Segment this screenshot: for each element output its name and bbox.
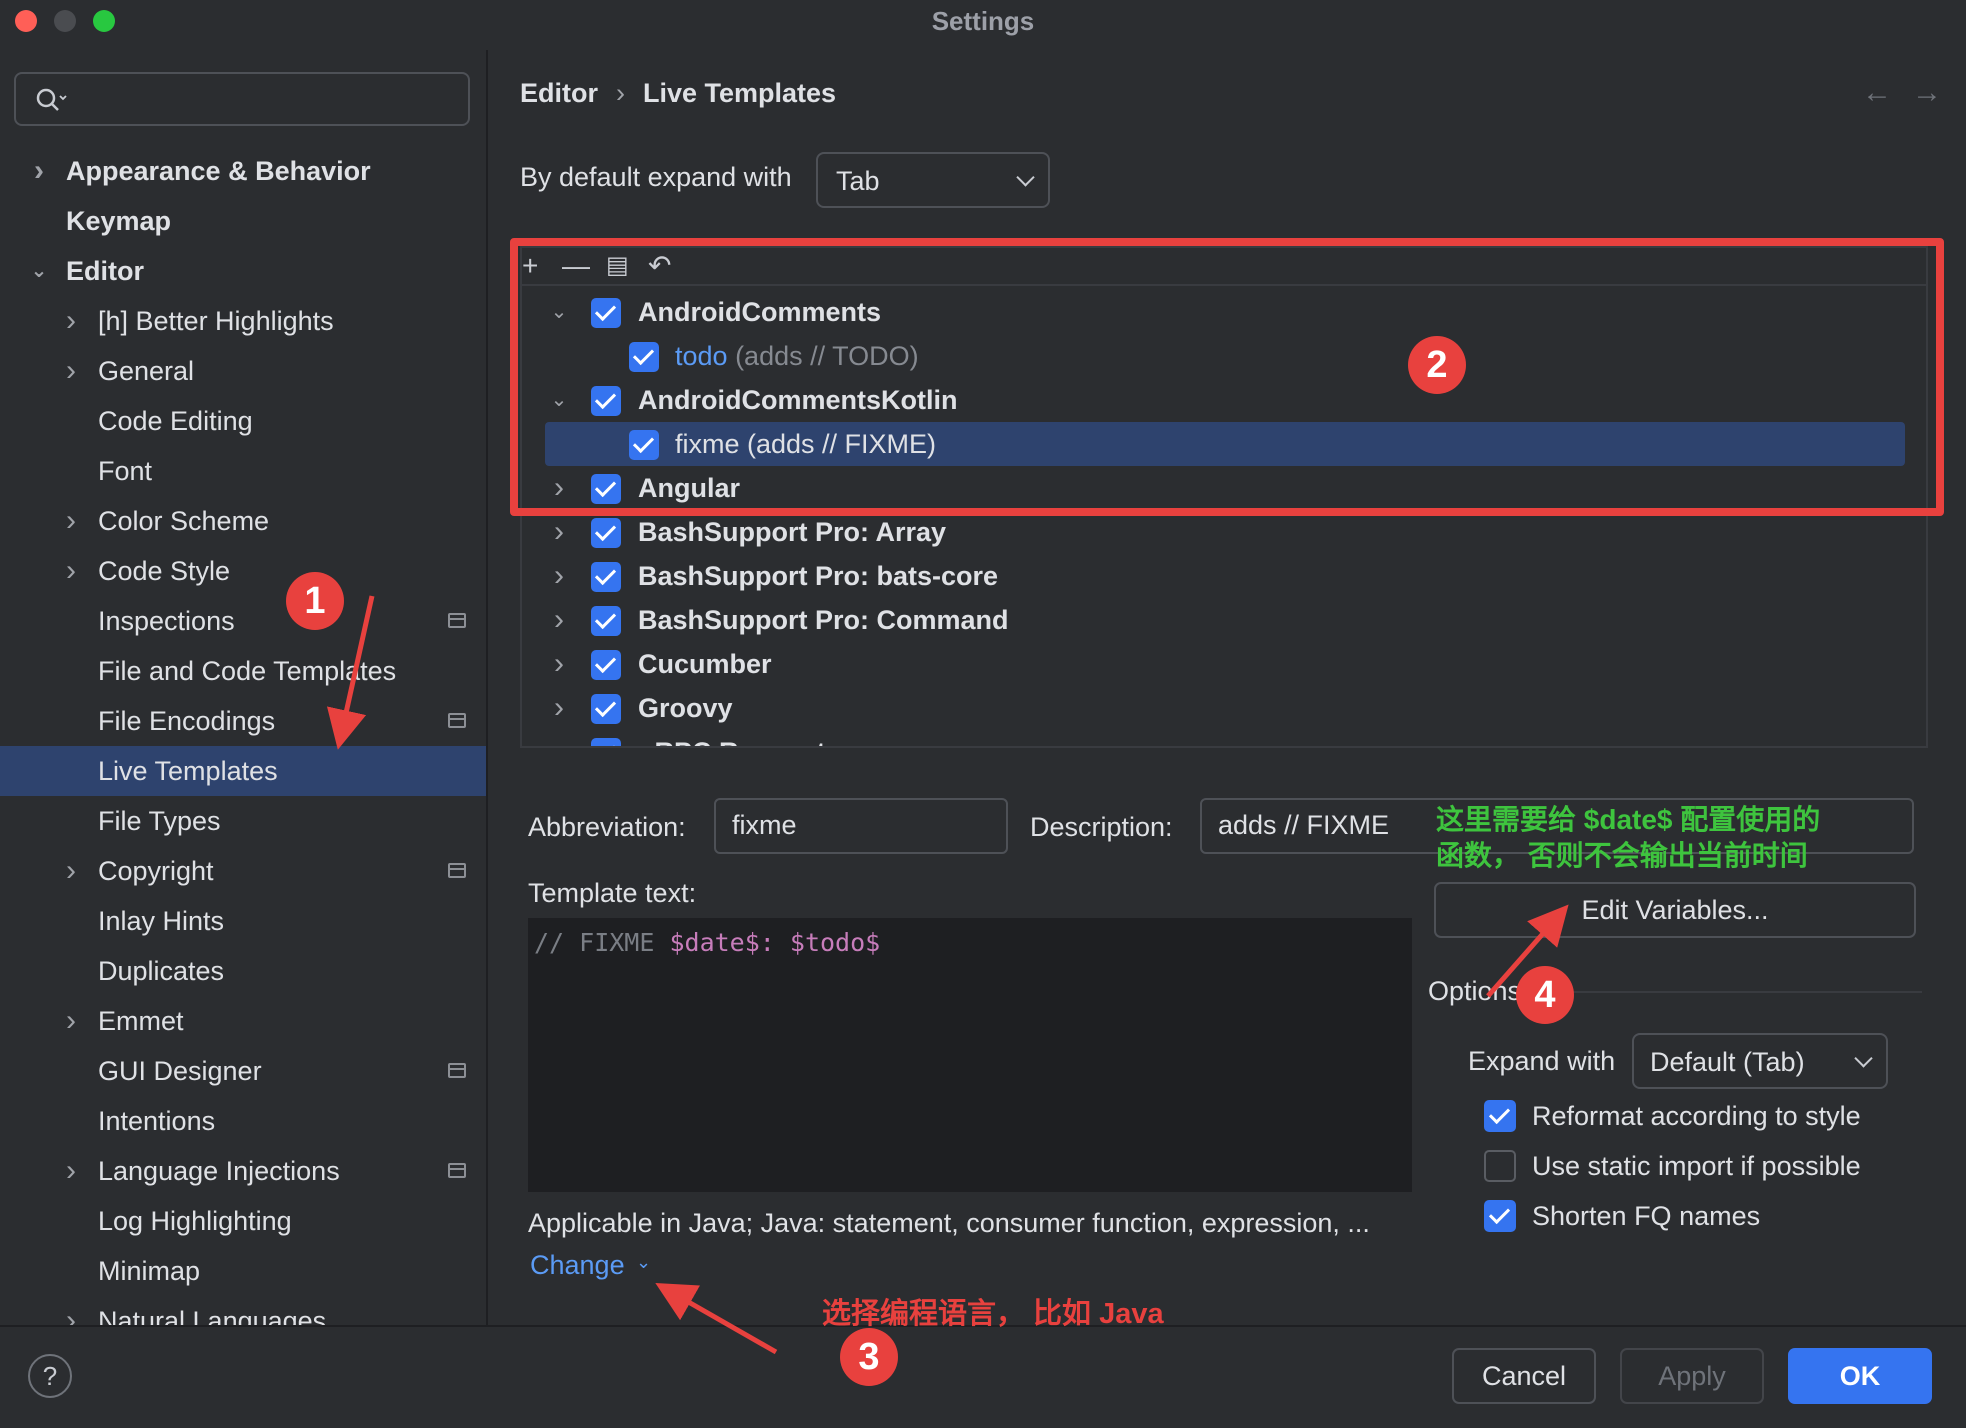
options-title: Options bbox=[1428, 976, 1522, 1006]
chevron-right-icon[interactable]: › bbox=[56, 996, 86, 1046]
sidebar-item[interactable]: › Copyright bbox=[0, 846, 486, 896]
chevron-right-icon[interactable]: › bbox=[545, 642, 573, 686]
sidebar-item-label: Live Templates bbox=[98, 756, 278, 786]
expand-with-value: Default (Tab) bbox=[1650, 1047, 1805, 1077]
template-row[interactable]: › BashSupport Pro: bats-core bbox=[545, 554, 1905, 598]
applicable-contexts-text: Applicable in Java; Java: statement, con… bbox=[528, 1208, 1370, 1238]
chevron-down-icon[interactable]: ⌄ bbox=[636, 1252, 651, 1273]
template-colon: : bbox=[759, 928, 790, 957]
apply-button[interactable]: Apply bbox=[1620, 1348, 1764, 1404]
template-row[interactable]: › gRPC Request bbox=[545, 730, 1905, 746]
option-label: Reformat according to style bbox=[1532, 1101, 1861, 1131]
sidebar-item[interactable]: › Emmet bbox=[0, 996, 486, 1046]
chevron-right-icon[interactable]: › bbox=[545, 510, 573, 554]
template-checkbox[interactable] bbox=[591, 606, 621, 636]
annotation-note-line-1: 这里需要给 $date$ 配置使用的 bbox=[1436, 804, 1821, 835]
chevron-right-icon[interactable]: › bbox=[56, 1296, 86, 1325]
template-name: Groovy bbox=[638, 693, 733, 723]
option-label: Shorten FQ names bbox=[1532, 1201, 1761, 1231]
expand-with-dropdown[interactable]: Default (Tab) bbox=[1632, 1033, 1888, 1089]
change-context-link[interactable]: Change bbox=[530, 1250, 625, 1281]
chevron-right-icon[interactable]: › bbox=[545, 554, 573, 598]
template-row[interactable]: › BashSupport Pro: Command bbox=[545, 598, 1905, 642]
sidebar-item[interactable]: › Natural Languages bbox=[0, 1296, 486, 1325]
sidebar-item[interactable]: Log Highlighting bbox=[0, 1196, 486, 1246]
chevron-right-icon[interactable]: › bbox=[545, 686, 573, 730]
annotation-note-language: 选择编程语言， 比如 Java bbox=[822, 1298, 1164, 1330]
sidebar-item[interactable]: › Language Injections bbox=[0, 1146, 486, 1196]
template-name: BashSupport Pro: Array bbox=[638, 517, 947, 547]
annotation-badge-2: 2 bbox=[1408, 336, 1466, 394]
expand-with-label: Expand with bbox=[1468, 1046, 1616, 1076]
template-checkbox[interactable] bbox=[591, 650, 621, 680]
template-checkbox[interactable] bbox=[591, 518, 621, 548]
sidebar-item[interactable]: Intentions bbox=[0, 1096, 486, 1146]
sidebar-item-label: Emmet bbox=[98, 1006, 184, 1036]
template-name: gRPC Request bbox=[638, 730, 826, 746]
project-scope-icon bbox=[448, 1163, 466, 1178]
template-name: Cucumber bbox=[638, 649, 772, 679]
sidebar-item-label: Copyright bbox=[98, 856, 214, 886]
sidebar-item-label: Natural Languages bbox=[98, 1306, 327, 1325]
chevron-down-icon bbox=[1854, 1049, 1873, 1068]
template-text-label: Template text: bbox=[528, 878, 697, 908]
edit-variables-button[interactable]: Edit Variables... bbox=[1434, 882, 1916, 938]
chevron-right-icon[interactable]: › bbox=[545, 730, 573, 746]
annotation-note-line-2: 函数， 否则不会输出当前时间 bbox=[1436, 840, 1808, 871]
sidebar-item-label: Duplicates bbox=[98, 956, 225, 986]
option-checkbox[interactable] bbox=[1484, 1200, 1516, 1232]
template-row[interactable]: › Groovy bbox=[545, 686, 1905, 730]
template-text-editor[interactable]: // FIXME $date$: $todo$ bbox=[528, 918, 1412, 1192]
project-scope-icon bbox=[448, 1063, 466, 1078]
sidebar-item[interactable]: File Types bbox=[0, 796, 486, 846]
abbreviation-label: Abbreviation: bbox=[528, 812, 686, 842]
template-row[interactable]: › BashSupport Pro: Array bbox=[545, 510, 1905, 554]
chevron-right-icon[interactable]: › bbox=[56, 846, 86, 896]
annotation-note-variables: 这里需要给 $date$ 配置使用的 函数， 否则不会输出当前时间 bbox=[1436, 802, 1820, 874]
option-label: Use static import if possible bbox=[1532, 1151, 1861, 1181]
sidebar-item[interactable]: Duplicates bbox=[0, 946, 486, 996]
sidebar-item-label: Inlay Hints bbox=[98, 906, 225, 936]
sidebar-item[interactable]: Minimap bbox=[0, 1246, 486, 1296]
annotation-badge-4: 4 bbox=[1516, 966, 1574, 1024]
sidebar-item[interactable]: Inlay Hints bbox=[0, 896, 486, 946]
description-label: Description: bbox=[1030, 812, 1173, 842]
annotation-badge-3: 3 bbox=[840, 1328, 898, 1386]
chevron-right-icon[interactable]: › bbox=[56, 1146, 86, 1196]
help-button[interactable]: ? bbox=[28, 1354, 72, 1398]
options-divider bbox=[1530, 991, 1922, 993]
template-name: BashSupport Pro: Command bbox=[638, 605, 1009, 635]
sidebar-item-label: GUI Designer bbox=[98, 1056, 262, 1086]
annotation-highlight-box bbox=[510, 238, 1944, 516]
annotation-badge-1: 1 bbox=[286, 572, 344, 630]
template-name: BashSupport Pro: bats-core bbox=[638, 561, 999, 591]
chevron-right-icon[interactable]: › bbox=[545, 598, 573, 642]
template-comment: // FIXME bbox=[534, 928, 670, 957]
template-variable-todo: $todo$ bbox=[789, 928, 881, 957]
ok-button[interactable]: OK bbox=[1788, 1348, 1932, 1404]
project-scope-icon bbox=[448, 863, 466, 878]
sidebar-item[interactable]: Live Templates bbox=[0, 746, 486, 796]
template-checkbox[interactable] bbox=[591, 694, 621, 724]
template-checkbox[interactable] bbox=[591, 562, 621, 592]
option-checkbox[interactable] bbox=[1484, 1100, 1516, 1132]
sidebar-item-label: Log Highlighting bbox=[98, 1206, 292, 1236]
option-checkbox[interactable] bbox=[1484, 1150, 1516, 1182]
template-checkbox[interactable] bbox=[591, 738, 621, 746]
sidebar-item-label: Minimap bbox=[98, 1256, 201, 1286]
sidebar-item-label: Language Injections bbox=[98, 1156, 340, 1186]
sidebar-item[interactable]: GUI Designer bbox=[0, 1046, 486, 1096]
sidebar-item-label: Intentions bbox=[98, 1106, 216, 1136]
sidebar-item-label: File Types bbox=[98, 806, 221, 836]
template-variable-date: $date$ bbox=[669, 928, 760, 957]
template-row[interactable]: › Cucumber bbox=[545, 642, 1905, 686]
cancel-button[interactable]: Cancel bbox=[1452, 1348, 1596, 1404]
abbreviation-input[interactable]: fixme bbox=[714, 798, 1008, 854]
